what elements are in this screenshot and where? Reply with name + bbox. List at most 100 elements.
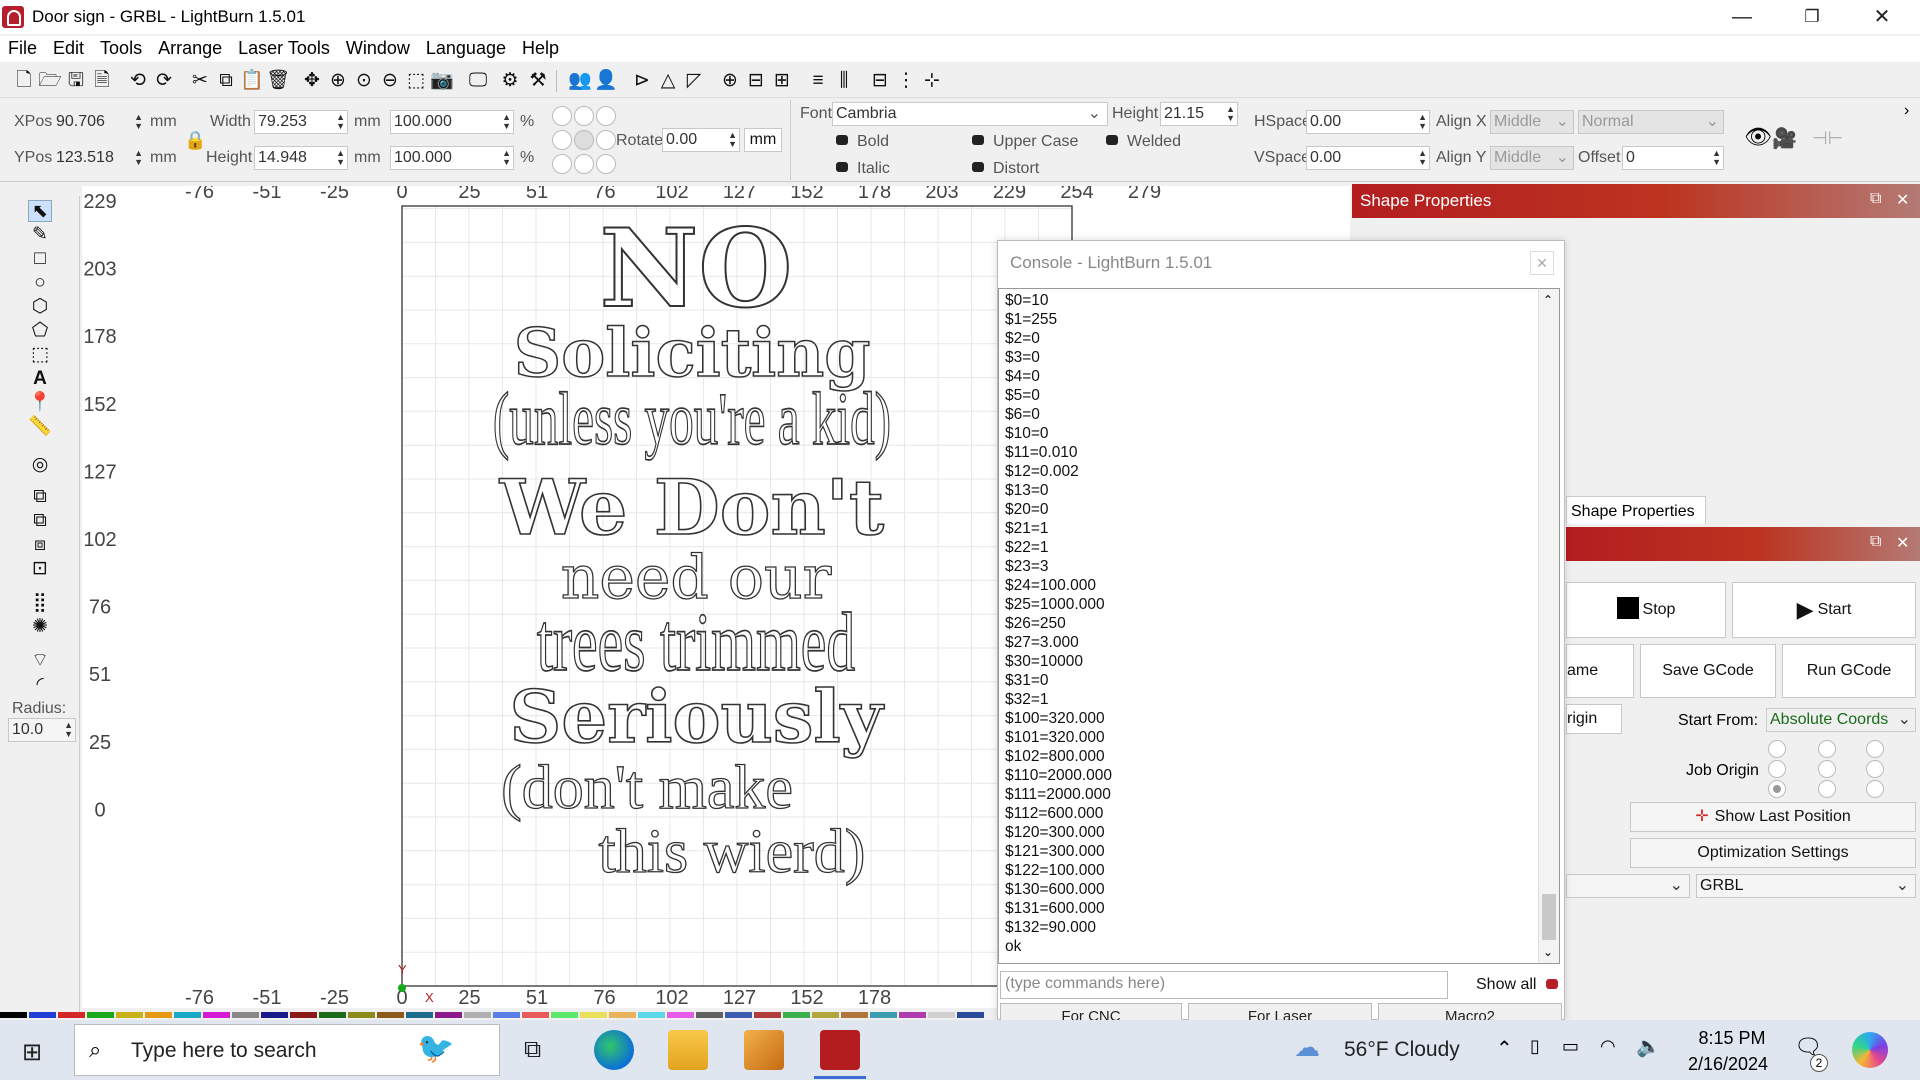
menu-window[interactable]: Window [338, 36, 418, 59]
welded-checkbox[interactable]: Welded [1106, 133, 1181, 151]
console-command-input[interactable]: (type commands here) [1000, 971, 1448, 999]
port-select[interactable]: ⌄ [1566, 874, 1690, 898]
float-panel-icon[interactable]: ⧉ [1870, 190, 1881, 208]
scroll-down-icon[interactable]: ⌄ [1543, 945, 1553, 959]
palette-swatch[interactable] [87, 1012, 114, 1018]
weld-icon[interactable]: ⧉ [28, 486, 52, 508]
anchor-bottom-center[interactable] [574, 154, 594, 174]
scale-width-input[interactable]: 100.000 ▲ ▼ [390, 110, 514, 134]
offset-tool-icon[interactable]: ◎ [28, 454, 52, 476]
palette-swatch[interactable] [290, 1012, 317, 1018]
text-mode-select[interactable]: Normal ⌄ [1578, 110, 1724, 134]
float-panel-icon[interactable]: ⧉ [1870, 533, 1881, 551]
anchor-top-right[interactable] [596, 106, 616, 126]
select-tool-icon[interactable]: ⬉ [28, 200, 52, 222]
open-file-icon[interactable]: 🗁 [38, 69, 62, 93]
job-origin-radio[interactable] [1818, 780, 1836, 798]
circular-array-icon[interactable]: ✺ [28, 616, 52, 638]
italic-checkbox[interactable]: Italic [836, 160, 890, 178]
copilot-icon[interactable] [1852, 1032, 1888, 1068]
show-hidden-icons[interactable]: ⌃ [1496, 1036, 1513, 1061]
menu-laser-tools[interactable]: Laser Tools [230, 36, 338, 59]
palette-swatch[interactable] [899, 1012, 926, 1018]
align-x-select[interactable]: Middle ⌄ [1490, 110, 1574, 134]
device-select[interactable]: GRBL ⌄ [1696, 874, 1916, 898]
lock-ratio-icon[interactable]: 🔒 [184, 130, 206, 151]
settings-gear-icon[interactable]: ⚙ [498, 69, 522, 93]
save-icon[interactable]: 🖫 [64, 69, 88, 93]
anchor-middle-left[interactable] [552, 130, 572, 150]
frame-tool-icon[interactable]: ⬚ [28, 344, 52, 366]
mirror-horizontal-icon[interactable]: ⊳ [630, 69, 654, 93]
round-corner-icon[interactable]: ◜ [28, 674, 52, 696]
boolean-intersect-icon[interactable]: ⊡ [28, 558, 52, 580]
origin-button[interactable]: rigin [1566, 704, 1622, 734]
mirror-vertical-icon[interactable]: △ [656, 69, 680, 93]
menu-help[interactable]: Help [514, 36, 567, 59]
wifi-icon[interactable]: ◠ [1600, 1036, 1616, 1057]
anchor-middle-right[interactable] [596, 130, 616, 150]
close-panel-icon[interactable]: ✕ [1896, 533, 1909, 553]
zoom-page-icon[interactable]: ⊙ [352, 69, 376, 93]
job-origin-radio[interactable] [1818, 760, 1836, 778]
palette-swatch[interactable] [870, 1012, 897, 1018]
stop-button[interactable]: Stop [1566, 582, 1726, 638]
palette-swatch[interactable] [29, 1012, 56, 1018]
align-center-icon[interactable]: ⊕ [718, 69, 742, 93]
rectangle-tool-icon[interactable]: □ [28, 248, 52, 270]
delete-icon[interactable]: 🗑 [266, 69, 290, 93]
show-last-position-button[interactable]: ✛ Show Last Position [1630, 802, 1916, 832]
anchor-bottom-right[interactable] [596, 154, 616, 174]
rotate-input[interactable]: 0.00 ▲ ▼ [662, 128, 740, 152]
distribute-icon[interactable]: ⊟ [744, 69, 768, 93]
align-y-select[interactable]: Middle ⌄ [1490, 146, 1574, 170]
tools-icon[interactable]: ⚒ [526, 69, 550, 93]
palette-swatch[interactable] [493, 1012, 520, 1018]
minimize-button[interactable]: — [1722, 4, 1762, 30]
tab-shape-properties[interactable]: Shape Properties [1566, 496, 1706, 524]
distort-checkbox[interactable]: Distort [972, 160, 1039, 178]
undo-icon[interactable]: ⟲ [126, 69, 150, 93]
dock-icon[interactable]: ⊞ [770, 69, 794, 93]
menu-tools[interactable]: Tools [92, 36, 150, 59]
save-gcode-button[interactable]: Save GCode [1640, 644, 1776, 698]
palette-swatch[interactable] [435, 1012, 462, 1018]
center-distribute-icon[interactable]: ⊹ [920, 69, 944, 93]
palette-swatch[interactable] [551, 1012, 578, 1018]
save-as-icon[interactable]: 🗎 [90, 69, 114, 93]
palette-swatch[interactable] [377, 1012, 404, 1018]
job-origin-radio[interactable] [1866, 780, 1884, 798]
palette-swatch[interactable] [145, 1012, 172, 1018]
palette-swatch[interactable] [348, 1012, 375, 1018]
scroll-up-icon[interactable]: ⌃ [1543, 293, 1553, 307]
palette-swatch[interactable] [319, 1012, 346, 1018]
align-middle-icon[interactable]: ⫼ [832, 69, 856, 93]
mirror-across-icon[interactable]: ◸ [682, 69, 706, 93]
cut-icon[interactable]: ✂ [188, 69, 212, 93]
width-input[interactable]: 79.253 ▲ ▼ [254, 110, 348, 134]
polygon-tool-icon[interactable]: ⬡ [28, 296, 52, 318]
console-scrollbar[interactable]: ⌃ ⌄ [1538, 288, 1560, 964]
job-origin-radio[interactable] [1818, 740, 1836, 758]
windows-start-icon[interactable]: ⊞ [22, 1038, 42, 1067]
palette-swatch[interactable] [0, 1012, 27, 1018]
menu-edit[interactable]: Edit [45, 36, 92, 59]
align-top-icon[interactable]: ≡ [806, 69, 830, 93]
edge-browser-icon[interactable] [594, 1030, 634, 1070]
shape-tool-icon[interactable]: ⬠ [28, 320, 52, 342]
unit-toggle-button[interactable]: mm [744, 128, 782, 152]
meet-now-icon[interactable]: ▯ [1530, 1036, 1540, 1057]
palette-swatch[interactable] [812, 1012, 839, 1018]
app-box-icon[interactable] [744, 1030, 784, 1070]
taskbar-search-box[interactable]: ⌕ Type here to search 🐦 [74, 1024, 500, 1076]
palette-swatch[interactable] [783, 1012, 810, 1018]
dock-panels-icon[interactable]: ⊣⊢ [1812, 128, 1843, 149]
offset-input[interactable]: 0 ▲ ▼ [1622, 146, 1724, 170]
group-icon[interactable]: 👥 [568, 69, 592, 93]
palette-swatch[interactable] [609, 1012, 636, 1018]
palette-swatch[interactable] [261, 1012, 288, 1018]
palette-swatch[interactable] [203, 1012, 230, 1018]
position-laser-icon[interactable]: 📍 [28, 392, 52, 414]
job-origin-radio[interactable] [1866, 740, 1884, 758]
palette-swatch[interactable] [464, 1012, 491, 1018]
